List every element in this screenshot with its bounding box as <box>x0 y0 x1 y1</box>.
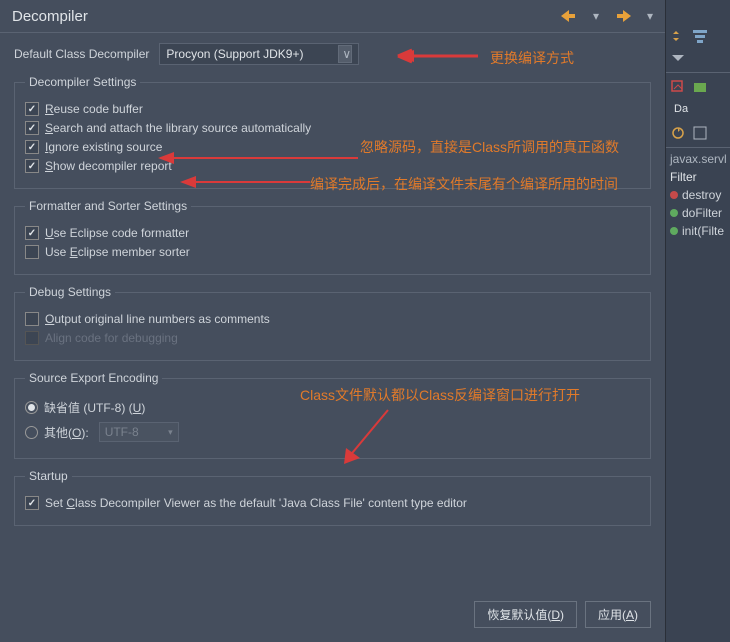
method-private-icon <box>670 191 678 199</box>
checkbox-label: Output original line numbers as comments <box>45 312 270 326</box>
decompiler-settings-group: Decompiler Settings Reuse code buffer Se… <box>14 75 651 189</box>
nav-arrows: ▾ ▾ <box>561 9 653 23</box>
align-code-checkbox: Align code for debugging <box>25 331 640 345</box>
expand-icon[interactable] <box>692 125 708 141</box>
method-public-icon <box>670 227 678 235</box>
radio-icon <box>25 401 38 414</box>
tree-label: init(Filte <box>682 224 724 238</box>
apply-button[interactable]: 应用(A) <box>585 601 651 628</box>
tree-label: destroy <box>682 188 721 202</box>
radio-label: 其他(O): <box>44 424 89 441</box>
menu-icon[interactable] <box>670 50 686 66</box>
search-attach-source-checkbox[interactable]: Search and attach the library source aut… <box>25 121 640 135</box>
formatter-sorter-group: Formatter and Sorter Settings Use Eclips… <box>14 199 651 275</box>
side-label-da: Da <box>670 101 692 117</box>
tree-node-method[interactable]: destroy <box>666 186 730 204</box>
default-decompiler-select[interactable]: Procyon (Support JDK9+) ∨ <box>159 43 359 65</box>
checkbox-icon <box>25 102 39 116</box>
back-arrow-icon[interactable] <box>561 10 577 22</box>
settings-body: Default Class Decompiler Procyon (Suppor… <box>0 33 665 546</box>
radio-icon <box>25 426 38 439</box>
encoding-other-select: UTF-8 ▾ <box>99 422 179 442</box>
use-eclipse-formatter-checkbox[interactable]: Use Eclipse code formatter <box>25 226 640 240</box>
default-decompiler-row: Default Class Decompiler Procyon (Suppor… <box>14 43 651 65</box>
checkbox-icon <box>25 245 39 259</box>
collapse-all-icon[interactable] <box>670 79 686 95</box>
reuse-code-buffer-checkbox[interactable]: Reuse code buffer <box>25 102 640 116</box>
ide-side-panel: Da javax.servl Filter destroy doFilter i… <box>666 0 730 642</box>
encoding-other-radio[interactable]: 其他(O): UTF-8 ▾ <box>25 422 640 442</box>
divider <box>666 72 730 73</box>
link-with-editor-icon[interactable] <box>670 28 686 44</box>
checkbox-icon <box>25 226 39 240</box>
ignore-existing-source-checkbox[interactable]: Ignore existing source <box>25 140 640 154</box>
tree-node-package[interactable]: javax.servl <box>666 150 730 168</box>
dropdown-dot-icon-2[interactable]: ▾ <box>647 9 653 23</box>
tree-label: javax.servl <box>670 152 727 166</box>
package-icon[interactable] <box>692 79 708 95</box>
side-toolbar-2: Da <box>666 75 730 121</box>
checkbox-label: Show decompiler report <box>45 159 172 173</box>
select-value: Procyon (Support JDK9+) <box>166 47 303 61</box>
tree-node-filter[interactable]: Filter <box>666 168 730 186</box>
method-public-icon <box>670 209 678 217</box>
side-toolbar <box>666 24 730 70</box>
source-export-encoding-group: Source Export Encoding 缺省值 (UTF-8) (U) 其… <box>14 371 651 459</box>
decompiler-preferences-panel: Decompiler ▾ ▾ Default Class Decompiler … <box>0 0 666 642</box>
page-title: Decompiler <box>12 8 561 25</box>
group-legend: Formatter and Sorter Settings <box>25 199 191 213</box>
dialog-buttons: 恢复默认值(D) 应用(A) <box>474 601 651 628</box>
checkbox-icon <box>25 140 39 154</box>
startup-group: Startup Set Class Decompiler Viewer as t… <box>14 469 651 526</box>
default-decompiler-label: Default Class Decompiler <box>14 47 149 61</box>
encoding-default-radio[interactable]: 缺省值 (UTF-8) (U) <box>25 399 640 416</box>
checkbox-label: Ignore existing source <box>45 140 162 154</box>
side-toolbar-3 <box>666 121 730 145</box>
debug-settings-group: Debug Settings Output original line numb… <box>14 285 651 361</box>
forward-arrow-icon[interactable] <box>615 10 631 22</box>
checkbox-icon <box>25 159 39 173</box>
checkbox-label: Use Eclipse member sorter <box>45 245 190 259</box>
sync-icon[interactable] <box>670 125 686 141</box>
restore-defaults-button[interactable]: 恢复默认值(D) <box>474 601 577 628</box>
chevron-down-icon: ∨ <box>338 45 352 63</box>
checkbox-label: Align code for debugging <box>45 331 178 345</box>
checkbox-icon <box>25 331 39 345</box>
output-line-numbers-checkbox[interactable]: Output original line numbers as comments <box>25 312 640 326</box>
checkbox-label: Search and attach the library source aut… <box>45 121 311 135</box>
show-decompiler-report-checkbox[interactable]: Show decompiler report <box>25 159 640 173</box>
radio-label: 缺省值 (UTF-8) (U) <box>44 399 145 416</box>
checkbox-label: Set Class Decompiler Viewer as the defau… <box>45 496 467 510</box>
use-eclipse-member-sorter-checkbox[interactable]: Use Eclipse member sorter <box>25 245 640 259</box>
group-legend: Source Export Encoding <box>25 371 162 385</box>
checkbox-icon <box>25 121 39 135</box>
tree-node-method[interactable]: doFilter <box>666 204 730 222</box>
checkbox-label: Reuse code buffer <box>45 102 143 116</box>
group-legend: Decompiler Settings <box>25 75 140 89</box>
tree-node-method[interactable]: init(Filte <box>666 222 730 240</box>
tree-label: Filter <box>670 170 697 184</box>
set-default-viewer-checkbox[interactable]: Set Class Decompiler Viewer as the defau… <box>25 496 640 510</box>
chevron-down-icon: ▾ <box>168 427 173 438</box>
checkbox-icon <box>25 496 39 510</box>
title-bar: Decompiler ▾ ▾ <box>0 0 665 32</box>
tree-label: doFilter <box>682 206 722 220</box>
checkbox-icon <box>25 312 39 326</box>
group-legend: Debug Settings <box>25 285 115 299</box>
group-legend: Startup <box>25 469 72 483</box>
dropdown-dot-icon[interactable]: ▾ <box>593 9 599 23</box>
checkbox-label: Use Eclipse code formatter <box>45 226 189 240</box>
divider <box>666 147 730 148</box>
filter-icon[interactable] <box>692 28 708 44</box>
select-value: UTF-8 <box>105 425 139 439</box>
